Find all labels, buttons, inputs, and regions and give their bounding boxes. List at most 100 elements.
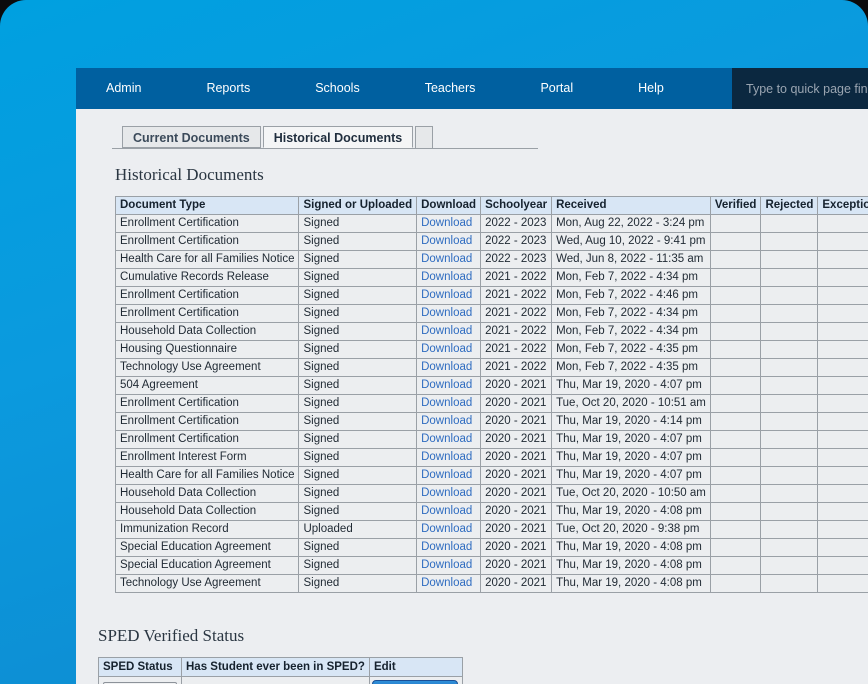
cell-download: Download	[416, 574, 482, 593]
cell-signed-or-uploaded: Signed	[298, 304, 418, 323]
cell-rejected	[760, 304, 819, 323]
cell-document-type: Enrollment Certification	[114, 430, 300, 449]
download-link[interactable]: Download	[421, 307, 472, 319]
cell-verified	[709, 250, 762, 269]
nav-item-admin[interactable]: Admin	[96, 68, 151, 109]
historical-documents-table: Document Type Signed or Uploaded Downloa…	[114, 196, 868, 593]
cell-document-type: Health Care for all Families Notice	[114, 250, 300, 269]
cell-verified	[709, 304, 762, 323]
download-link[interactable]: Download	[421, 289, 472, 301]
cell-signed-or-uploaded: Uploaded	[298, 520, 418, 539]
cell-received: Mon, Feb 7, 2022 - 4:34 pm	[551, 268, 711, 287]
cell-download: Download	[416, 538, 482, 557]
cell-document-type: Enrollment Certification	[114, 412, 300, 431]
download-link[interactable]: Download	[421, 271, 472, 283]
cell-signed-or-uploaded: Signed	[298, 250, 418, 269]
download-link[interactable]: Download	[421, 361, 472, 373]
cell-received: Thu, Mar 19, 2020 - 4:08 pm	[551, 502, 711, 521]
download-link[interactable]: Download	[421, 523, 472, 535]
cell-received: Mon, Feb 7, 2022 - 4:34 pm	[551, 322, 711, 341]
download-link[interactable]: Download	[421, 217, 472, 229]
table-row: Enrollment Certification Signed Download 20…	[114, 430, 868, 449]
cell-download: Download	[416, 376, 482, 395]
cell-schoolyear: 2021 - 2022	[480, 358, 553, 377]
table-row: Immunization Record Uploaded Download 2020 …	[114, 520, 868, 539]
cell-signed-or-uploaded: Signed	[298, 340, 418, 359]
download-link[interactable]: Download	[421, 397, 472, 409]
cell-received: Thu, Mar 19, 2020 - 4:07 pm	[551, 466, 711, 485]
nav-item-reports[interactable]: Reports	[196, 68, 260, 109]
nav-item-teachers[interactable]: Teachers	[415, 68, 486, 109]
download-link[interactable]: Download	[421, 451, 472, 463]
cell-received: Tue, Oct 20, 2020 - 9:38 pm	[551, 520, 711, 539]
cell-download: Download	[416, 322, 482, 341]
nav-item-schools[interactable]: Schools	[305, 68, 369, 109]
page-title: Historical Documents	[115, 165, 264, 184]
cell-exception	[817, 286, 868, 305]
cell-document-type: Technology Use Agreement	[114, 574, 300, 593]
cell-received: Thu, Mar 19, 2020 - 4:08 pm	[551, 556, 711, 575]
cell-exception	[817, 304, 868, 323]
save-sped-status-button[interactable]: Save SPED Status	[371, 679, 458, 684]
cell-exception	[817, 250, 868, 269]
desktop-backdrop: Admin Reports Schools Teachers Portal He…	[0, 0, 868, 684]
cell-signed-or-uploaded: Signed	[298, 556, 418, 575]
cell-rejected	[760, 574, 819, 593]
tab-historical-documents[interactable]: Historical Documents	[262, 126, 414, 148]
cell-document-type: Enrollment Certification	[114, 214, 300, 233]
cell-exception	[817, 448, 868, 467]
download-link[interactable]: Download	[421, 469, 472, 481]
cell-signed-or-uploaded: Signed	[298, 538, 418, 557]
download-link[interactable]: Download	[421, 253, 472, 265]
download-link[interactable]: Download	[421, 325, 472, 337]
tab-current-documents[interactable]: Current Documents	[122, 126, 261, 148]
tab-strip-filler	[415, 126, 434, 148]
nav-item-help[interactable]: Help	[628, 68, 674, 109]
cell-exception	[817, 574, 868, 593]
cell-verified	[709, 412, 762, 431]
cell-exception	[817, 214, 868, 233]
quick-page-find-input[interactable]	[732, 68, 868, 109]
download-link[interactable]: Download	[421, 505, 472, 517]
cell-rejected	[760, 376, 819, 395]
download-link[interactable]: Download	[421, 343, 472, 355]
download-link[interactable]: Download	[421, 235, 472, 247]
cell-verified	[709, 556, 762, 575]
cell-download: Download	[416, 520, 482, 539]
cell-rejected	[760, 214, 819, 233]
sped-section-title: SPED Verified Status	[98, 626, 245, 645]
document-tabs: Current Documents Historical Documents	[76, 126, 868, 149]
table-row: Housing Questionnaire Signed Download 2021 …	[114, 340, 868, 359]
cell-verified	[709, 538, 762, 557]
cell-signed-or-uploaded: Signed	[298, 448, 418, 467]
cell-schoolyear: 2020 - 2021	[480, 466, 553, 485]
download-link[interactable]: Download	[421, 541, 472, 553]
cell-exception	[817, 340, 868, 359]
cell-document-type: Enrollment Certification	[114, 232, 300, 251]
download-link[interactable]: Download	[421, 415, 472, 427]
cell-document-type: Household Data Collection	[114, 484, 300, 503]
download-link[interactable]: Download	[421, 433, 472, 445]
cell-verified	[709, 232, 762, 251]
download-link[interactable]: Download	[421, 559, 472, 571]
table-row: Technology Use Agreement Signed Download 20…	[114, 358, 868, 377]
cell-signed-or-uploaded: Signed	[298, 574, 418, 593]
download-link[interactable]: Download	[421, 577, 472, 589]
nav-item-portal[interactable]: Portal	[530, 68, 583, 109]
cell-document-type: Health Care for all Families Notice	[114, 466, 300, 485]
cell-exception	[817, 394, 868, 413]
cell-rejected	[760, 502, 819, 521]
cell-document-type: Housing Questionnaire	[114, 340, 300, 359]
table-row: Technology Use Agreement Signed Download 20…	[114, 574, 868, 593]
cell-rejected	[760, 538, 819, 557]
download-link[interactable]: Download	[421, 487, 472, 499]
cell-exception	[817, 358, 868, 377]
cell-exception	[817, 538, 868, 557]
cell-received: Thu, Mar 19, 2020 - 4:07 pm	[551, 448, 711, 467]
column-header-rejected: Rejected	[760, 196, 819, 215]
download-link[interactable]: Download	[421, 379, 472, 391]
cell-schoolyear: 2020 - 2021	[480, 538, 553, 557]
column-header-signed-or-uploaded: Signed or Uploaded	[298, 196, 418, 215]
cell-rejected	[760, 250, 819, 269]
page-content: Historical Documents Document Type Signe…	[76, 165, 868, 684]
